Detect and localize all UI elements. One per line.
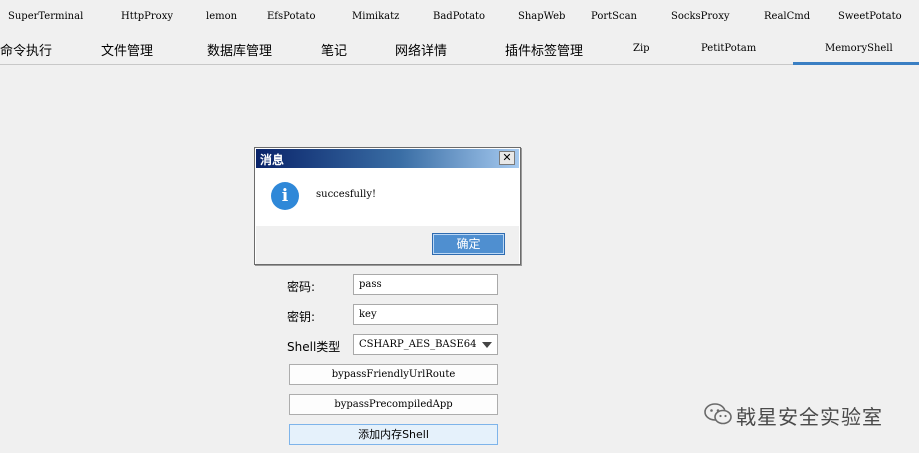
plugin-tab-portscan[interactable]: PortScan <box>591 11 637 22</box>
close-icon[interactable]: ✕ <box>499 151 515 165</box>
tab-petitpotam[interactable]: PetitPotam <box>701 43 756 54</box>
shell-type-label: Shell类型 <box>287 340 341 354</box>
dialog-title: 消息 <box>260 153 285 167</box>
dialog-message: succesfully! <box>316 189 377 200</box>
plugin-tab-bar: SuperTerminal HttpProxy lemon EfsPotato … <box>0 0 919 34</box>
dialog-body: i succesfully! <box>256 168 519 226</box>
plugin-tab-httpproxy[interactable]: HttpProxy <box>121 11 173 22</box>
shell-type-value: CSHARP_AES_BASE64 <box>359 339 477 350</box>
plugin-tab-lemon[interactable]: lemon <box>206 11 237 22</box>
tab-notes[interactable]: 笔记 <box>321 40 347 59</box>
key-label: 密钥: <box>287 310 316 324</box>
plugin-tab-realcmd[interactable]: RealCmd <box>764 11 810 22</box>
tab-database-manager[interactable]: 数据库管理 <box>207 40 272 59</box>
tab-command-exec[interactable]: 命令执行 <box>0 40 52 59</box>
info-icon: i <box>271 182 299 210</box>
watermark-text: 戟星安全实验室 <box>736 405 883 429</box>
tab-plugin-tag-manager[interactable]: 插件标签管理 <box>505 40 583 59</box>
password-label: 密码: <box>287 280 316 294</box>
tab-network-details[interactable]: 网络详情 <box>395 40 447 59</box>
tab-memoryshell[interactable]: MemoryShell <box>825 43 893 54</box>
plugin-tab-mimikatz[interactable]: Mimikatz <box>352 11 399 22</box>
tab-zip[interactable]: Zip <box>633 43 650 54</box>
chevron-down-icon[interactable] <box>482 342 492 348</box>
main-tab-bar: 命令执行 文件管理 数据库管理 笔记 网络详情 插件标签管理 Zip Petit… <box>0 34 919 65</box>
plugin-tab-badpotato[interactable]: BadPotato <box>433 11 485 22</box>
wechat-icon <box>704 403 732 425</box>
tab-file-manager[interactable]: 文件管理 <box>101 40 153 59</box>
plugin-tab-socksproxy[interactable]: SocksProxy <box>671 11 729 22</box>
plugin-tab-superterminal[interactable]: SuperTerminal <box>8 11 83 22</box>
plugin-tab-sweetpotato[interactable]: SweetPotato <box>838 11 902 22</box>
message-dialog: 消息 ✕ i succesfully! 确定 <box>254 147 521 265</box>
password-field[interactable]: pass <box>353 274 498 295</box>
dialog-footer: 确定 <box>256 226 519 264</box>
plugin-tab-efspotato[interactable]: EfsPotato <box>267 11 316 22</box>
key-field[interactable]: key <box>353 304 498 325</box>
dialog-titlebar[interactable]: 消息 ✕ <box>256 149 519 168</box>
bypass-precompiled-app-button[interactable]: bypassPrecompiledApp <box>289 394 498 415</box>
add-memory-shell-button[interactable]: 添加内存Shell <box>289 424 498 445</box>
bypass-friendly-url-route-button[interactable]: bypassFriendlyUrlRoute <box>289 364 498 385</box>
shell-type-select[interactable]: CSHARP_AES_BASE64 <box>353 334 498 355</box>
plugin-tab-shapweb[interactable]: ShapWeb <box>518 11 565 22</box>
ok-button[interactable]: 确定 <box>432 233 505 255</box>
